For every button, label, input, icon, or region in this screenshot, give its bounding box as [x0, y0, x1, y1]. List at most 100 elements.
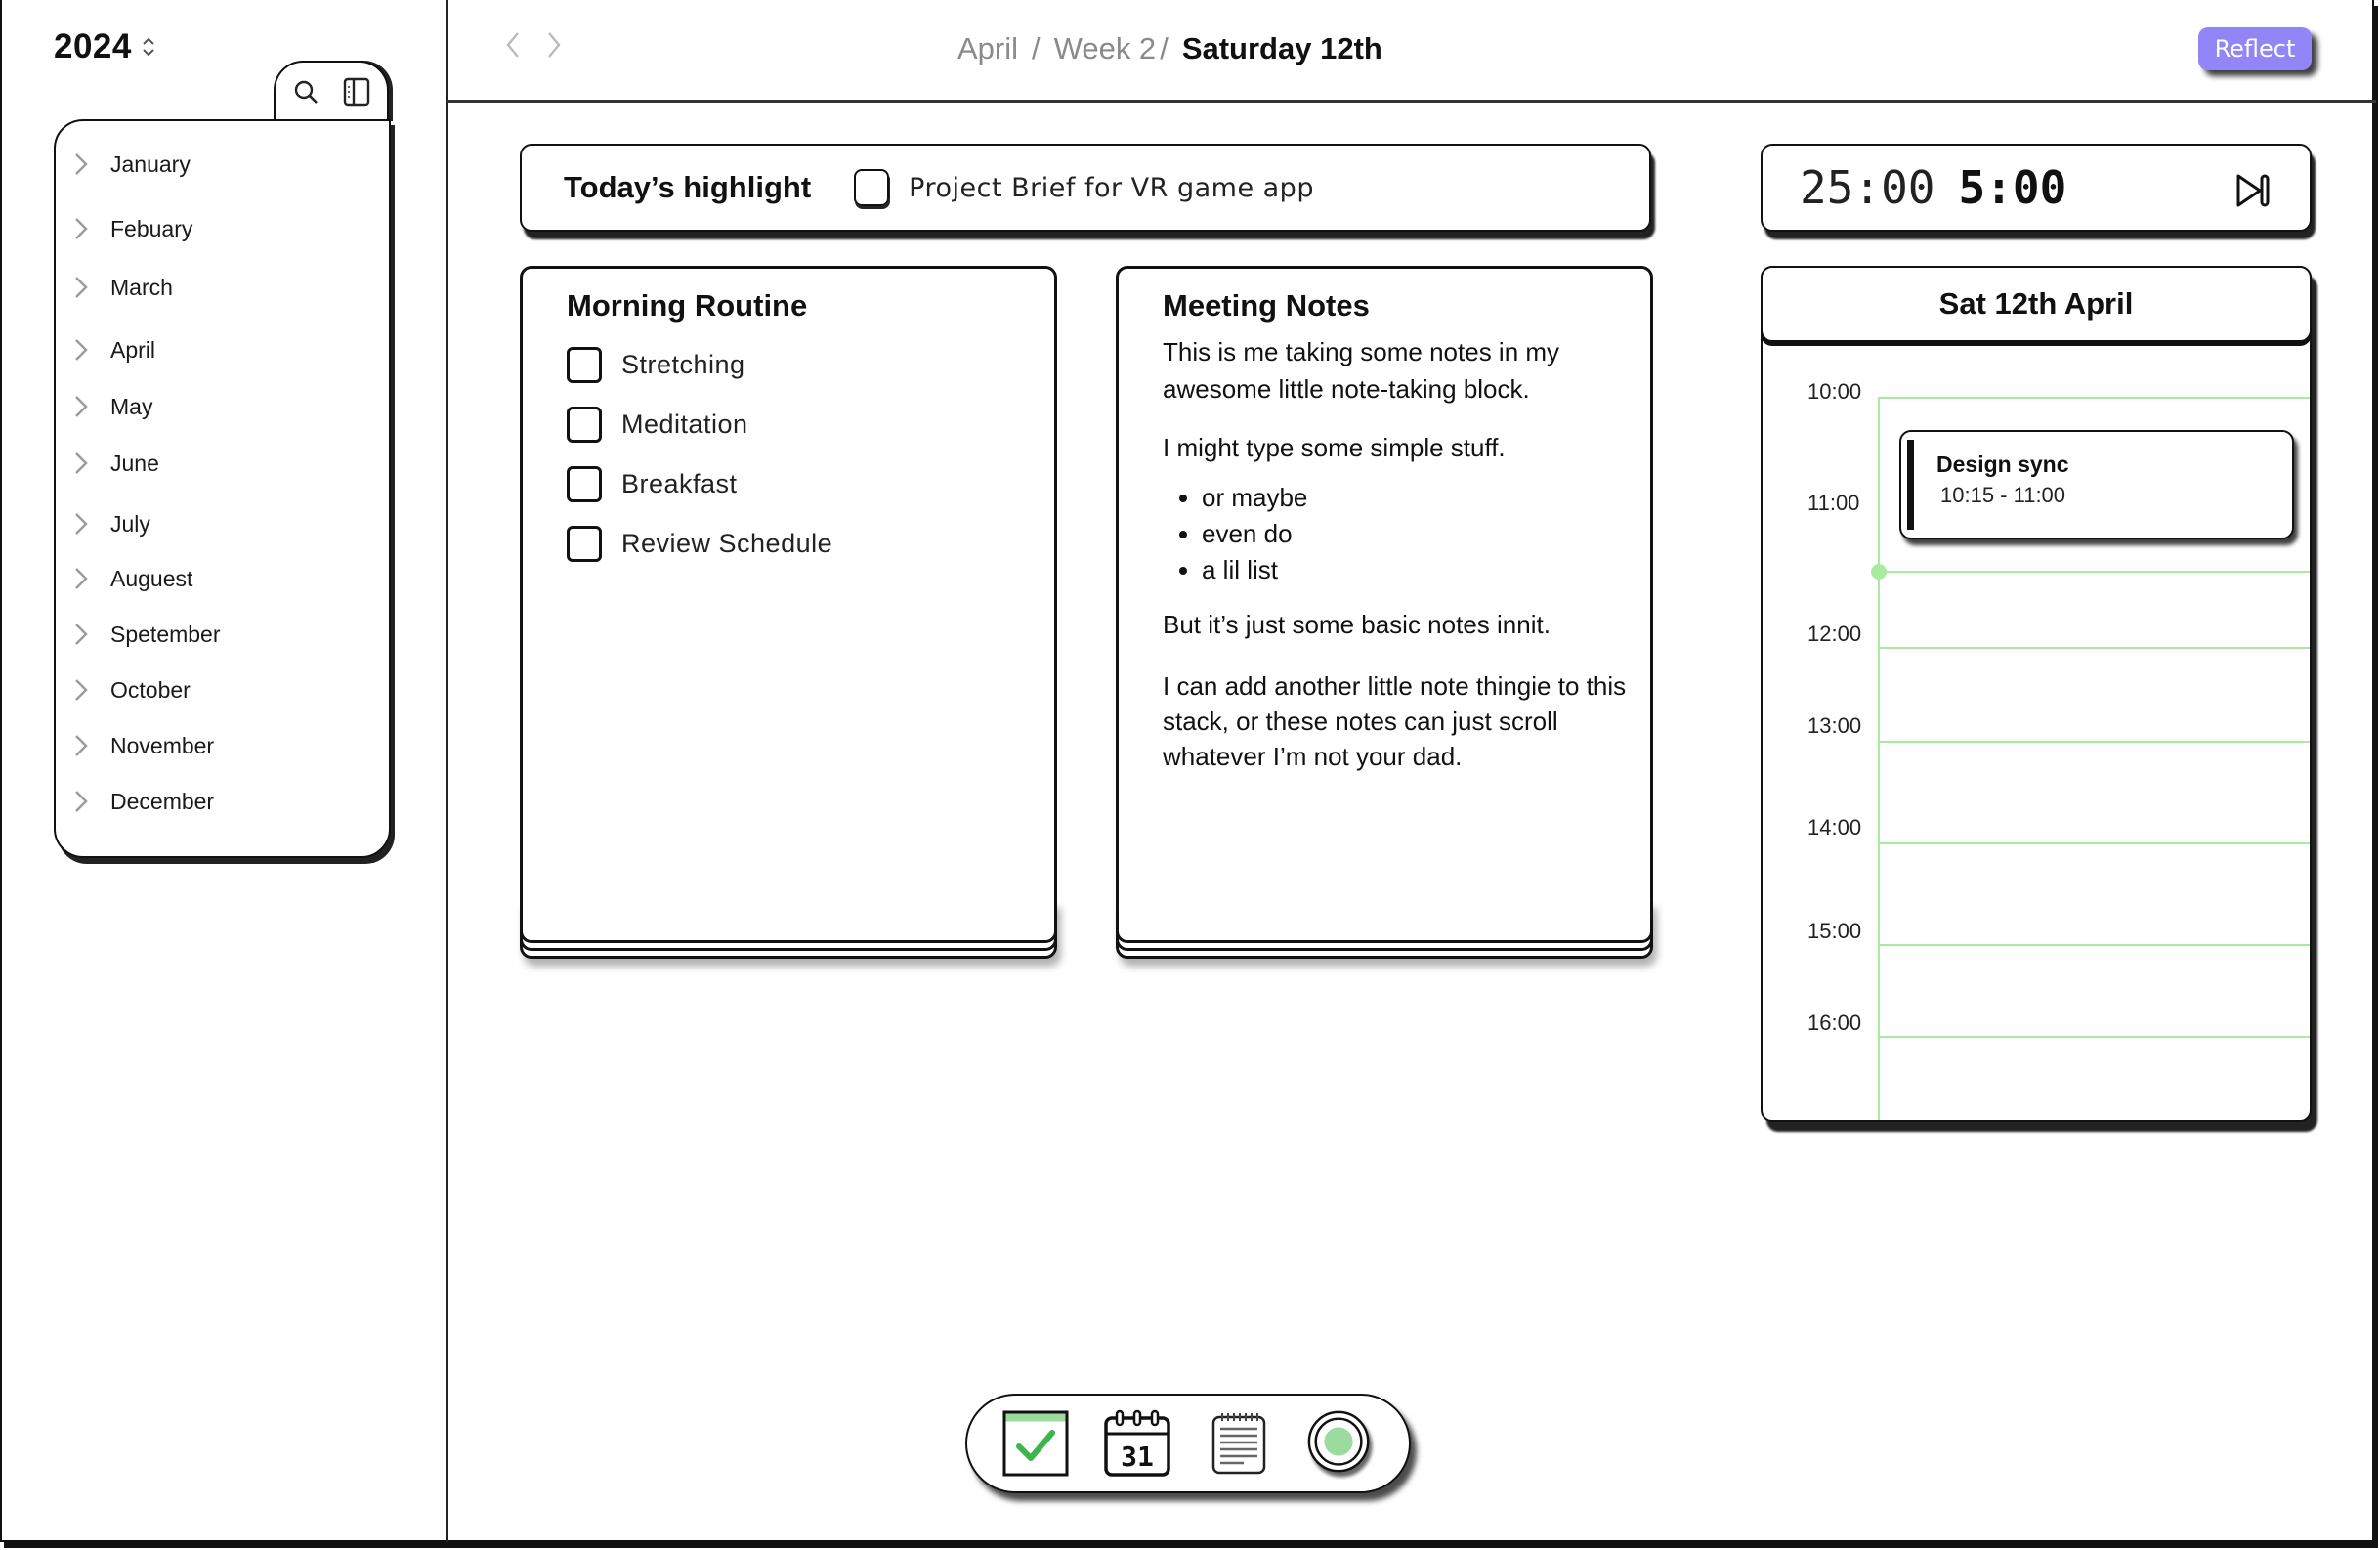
bottom-dock: 31 — [965, 1394, 1411, 1493]
calendar-31-icon: 31 — [1104, 1409, 1170, 1477]
current-time-line — [1878, 571, 2310, 573]
chevron-right-icon — [73, 788, 110, 815]
card-title: Meeting Notes — [1163, 288, 1370, 323]
reflect-button[interactable]: Reflect — [2198, 27, 2312, 70]
month-label: April — [110, 336, 156, 363]
month-label: January — [110, 151, 191, 177]
dock-record-button[interactable] — [1305, 1408, 1376, 1479]
calendar-hour-line — [1878, 1036, 2310, 1038]
task-checkbox[interactable] — [567, 526, 602, 562]
month-label: November — [110, 732, 215, 758]
task-label: Breakfast — [621, 469, 738, 498]
breadcrumb-separator: / — [1032, 31, 1041, 65]
sidebar-month-item[interactable]: June — [73, 444, 159, 483]
svg-text:31: 31 — [1121, 1441, 1154, 1473]
event-color-bar — [1907, 440, 1914, 530]
routine-task[interactable]: Meditation — [567, 407, 748, 443]
highlight-title: Today’s highlight — [564, 170, 812, 204]
sidebar-month-item[interactable]: October — [73, 670, 191, 710]
meeting-notes-block[interactable]: Meeting Notes This is me taking some not… — [1116, 266, 1653, 943]
card-title: Morning Routine — [567, 288, 808, 323]
sidebar-month-item[interactable]: July — [73, 504, 150, 543]
breadcrumb-day: Saturday 12th — [1181, 31, 1382, 65]
routine-task[interactable]: Stretching — [567, 347, 745, 383]
sidebar-month-item[interactable]: November — [73, 726, 214, 765]
calendar-hour-label: 10:00 — [1807, 379, 1862, 404]
event-title: Design sync — [1936, 452, 2069, 477]
chevron-right-icon — [73, 732, 110, 759]
calendar-hour-label: 12:00 — [1807, 622, 1862, 646]
header-divider — [447, 100, 2376, 103]
sidebar-month-item[interactable]: April — [73, 330, 155, 369]
chevron-right-icon — [73, 621, 110, 648]
calendar-hour-label: 16:00 — [1807, 1011, 1862, 1035]
highlight-task[interactable]: Project Brief for VR game app — [909, 173, 1314, 203]
sidebar-month-item[interactable]: January — [73, 145, 191, 184]
routine-task[interactable]: Breakfast — [567, 466, 738, 502]
calendar-hour-label: 14:00 — [1807, 815, 1862, 840]
event-time: 10:15 - 11:00 — [1940, 483, 2066, 507]
notes-bullet-list: or maybe even do a lil list — [1163, 480, 1632, 588]
notes-bullet: even do — [1202, 516, 1632, 552]
month-label: June — [110, 450, 159, 476]
month-label: Spetember — [110, 621, 221, 647]
routine-task[interactable]: Review Schedule — [567, 526, 832, 562]
calendar-hour-line — [1878, 647, 2310, 649]
month-label: May — [110, 393, 153, 419]
task-label: Review Schedule — [621, 529, 833, 558]
calendar-hour-label: 11:00 — [1807, 491, 1860, 515]
current-time-dot — [1871, 564, 1887, 580]
sidebar-month-item[interactable]: Spetember — [73, 615, 221, 654]
chevron-right-icon — [73, 336, 110, 364]
sidebar-divider — [446, 0, 448, 1542]
month-label: October — [110, 676, 191, 703]
chevron-right-icon — [73, 151, 110, 178]
calendar-hour-line — [1878, 944, 2310, 946]
breadcrumb-month[interactable]: April — [957, 31, 1018, 66]
calendar-hour-line — [1878, 397, 2310, 399]
breadcrumb-week[interactable]: Week 2 — [1054, 31, 1157, 66]
sidebar-month-item[interactable]: December — [73, 782, 214, 821]
notes-bullet: or maybe — [1202, 480, 1632, 516]
sidebar-month-item[interactable]: Febuary — [73, 209, 192, 248]
dock-tasks-button[interactable] — [1000, 1408, 1071, 1479]
chevron-right-icon — [73, 215, 110, 242]
notepad-icon — [1211, 1413, 1266, 1475]
notes-paragraph: This is me taking some notes in my aweso… — [1163, 337, 1560, 404]
chevron-right-icon — [73, 393, 110, 420]
chevron-left-icon[interactable] — [503, 29, 523, 68]
sidebar-month-item[interactable]: March — [73, 268, 173, 307]
year-selector[interactable]: 2024 — [54, 27, 155, 66]
chevron-right-icon — [73, 565, 110, 592]
sidebar-month-item[interactable]: Auguest — [73, 559, 192, 598]
chevron-right-icon — [73, 274, 110, 301]
skip-forward-icon[interactable] — [2233, 171, 2273, 210]
breadcrumb-separator: / — [1160, 31, 1169, 65]
notes-body[interactable]: This is me taking some notes in my aweso… — [1163, 333, 1632, 796]
task-checkbox[interactable] — [567, 407, 602, 443]
sidebar-month-item[interactable]: May — [73, 387, 152, 426]
calendar-hour-line — [1878, 842, 2310, 844]
calendar-event[interactable]: Design sync 10:15 - 11:00 — [1899, 430, 2294, 539]
month-list: January Febuary March April May June July Augue… — [54, 119, 391, 858]
chevron-right-icon — [73, 450, 110, 477]
date-nav — [503, 29, 564, 68]
day-calendar: Sat 12th April 10:00 11:00 12:00 13:00 14:00… — [1761, 266, 2312, 1122]
pomodoro-timer: 25:00 5:00 — [1761, 144, 2312, 232]
search-icon[interactable] — [292, 78, 319, 110]
checkbox-check-icon — [1002, 1410, 1069, 1477]
dock-notes-button[interactable] — [1204, 1408, 1274, 1479]
calendar-title: Sat 12th April — [1761, 266, 2312, 342]
dock-calendar-button[interactable]: 31 — [1102, 1408, 1172, 1479]
task-checkbox[interactable] — [567, 466, 602, 502]
month-label: Auguest — [110, 565, 193, 591]
task-checkbox[interactable] — [567, 347, 602, 383]
calendar-hour-label: 13:00 — [1807, 713, 1862, 738]
meeting-notes-card: Meeting Notes This is me taking some not… — [1116, 266, 1653, 959]
morning-routine-card: Morning Routine Stretching Meditation Brea… — [520, 266, 1057, 959]
month-label: July — [110, 510, 150, 537]
chevron-up-down-icon[interactable] — [142, 35, 155, 59]
chevron-right-icon[interactable] — [544, 29, 564, 68]
highlight-checkbox[interactable] — [854, 169, 890, 206]
sidebar-panel-icon[interactable] — [343, 77, 370, 111]
